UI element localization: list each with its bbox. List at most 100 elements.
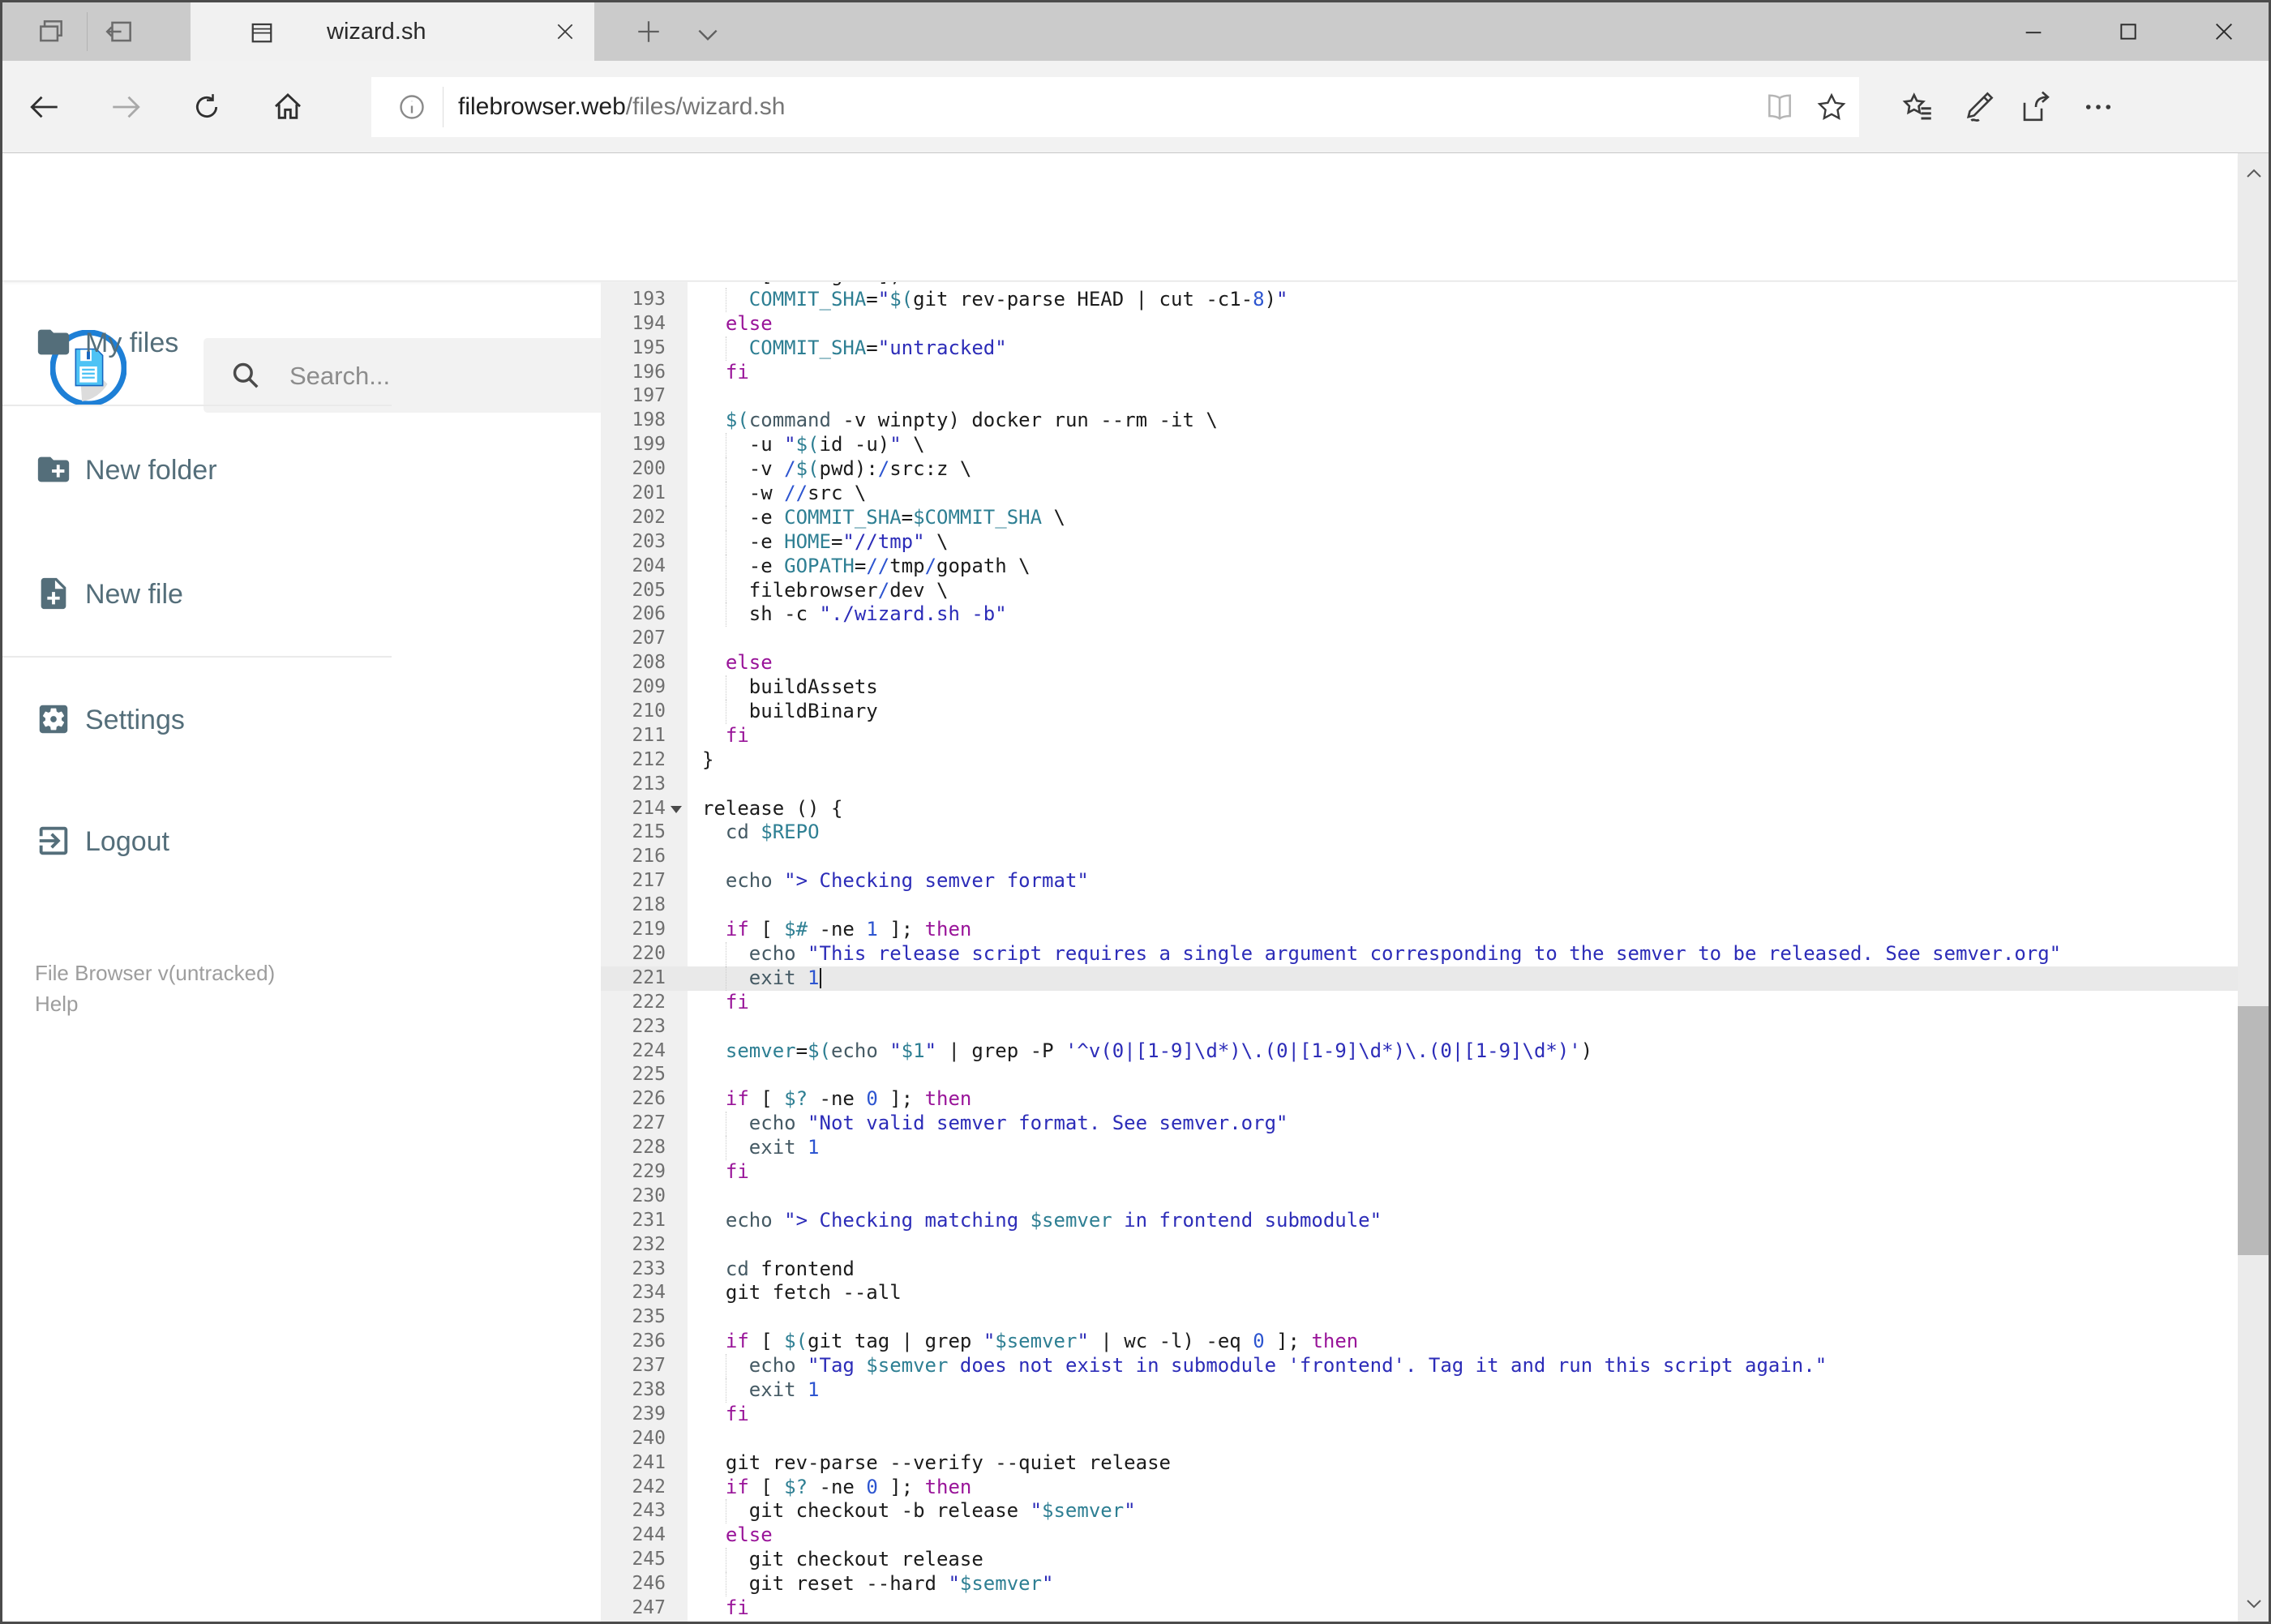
code-line[interactable]: 234 git fetch --all	[601, 1281, 2238, 1306]
code-line-text[interactable]: echo "> Checking matching $semver in fro…	[688, 1209, 2238, 1233]
code-line[interactable]: 220 echo "This release script requires a…	[601, 941, 2238, 966]
code-line-text[interactable]	[688, 627, 2238, 651]
code-line[interactable]: 202 -e COMMIT_SHA=$COMMIT_SHA \	[601, 505, 2238, 530]
code-line-text[interactable]: COMMIT_SHA="$(git rev-parse HEAD | cut -…	[688, 287, 2238, 312]
scroll-down-icon[interactable]	[2244, 1593, 2264, 1613]
code-line[interactable]: 238 exit 1	[601, 1378, 2238, 1403]
code-line-text[interactable]: exit 1	[688, 966, 2238, 991]
url-text[interactable]: filebrowser.web/files/wizard.sh	[458, 77, 786, 137]
code-line-text[interactable]	[688, 893, 2238, 918]
code-line[interactable]: 196 fi	[601, 360, 2238, 385]
code-line-text[interactable]	[688, 773, 2238, 797]
code-line-text[interactable]: fi	[688, 361, 2238, 385]
tab-preview-icon[interactable]	[33, 14, 69, 49]
code-line[interactable]: 225	[601, 1063, 2238, 1088]
code-line[interactable]: 215 cd $REPO	[601, 821, 2238, 846]
code-line-text[interactable]: filebrowser/dev \	[688, 578, 2238, 603]
code-line-text[interactable]: COMMIT_SHA="untracked"	[688, 336, 2238, 361]
code-line-text[interactable]	[688, 1305, 2238, 1330]
scrollbar-thumb[interactable]	[2238, 1006, 2269, 1255]
code-line-text[interactable]: release () {	[688, 797, 2238, 821]
more-options-icon[interactable]	[2080, 89, 2116, 125]
code-line[interactable]: 247 fi	[601, 1596, 2238, 1621]
code-line-text[interactable]	[688, 1015, 2238, 1039]
favorites-hub-icon[interactable]	[1900, 89, 1936, 125]
code-line-text[interactable]	[688, 1427, 2238, 1451]
code-line-text[interactable]: fi	[688, 991, 2238, 1015]
code-line[interactable]: 197	[601, 384, 2238, 409]
site-info-icon[interactable]	[396, 91, 428, 123]
code-line[interactable]: 193 COMMIT_SHA="$(git rev-parse HEAD | c…	[601, 287, 2238, 312]
sidebar-item-new-file[interactable]: New file	[2, 555, 392, 633]
code-line-text[interactable]: if [ $# -ne 1 ]; then	[688, 918, 2238, 942]
forward-icon[interactable]	[108, 89, 144, 125]
code-line-text[interactable]: buildAssets	[688, 675, 2238, 701]
window-close-icon[interactable]	[2206, 14, 2242, 49]
scroll-up-icon[interactable]	[2244, 165, 2264, 184]
code-line-text[interactable]: fi	[688, 724, 2238, 748]
code-line[interactable]: 221 exit 1	[601, 966, 2238, 991]
code-line[interactable]: 241 git rev-parse --verify --quiet relea…	[601, 1450, 2238, 1476]
code-line-text[interactable]: else	[688, 651, 2238, 675]
code-line[interactable]: 242 if [ $? -ne 0 ]; then	[601, 1475, 2238, 1500]
code-line[interactable]: 223	[601, 1014, 2238, 1039]
code-line[interactable]: 224 semver=$(echo "$1" | grep -P '^v(0|[…	[601, 1039, 2238, 1064]
code-line-text[interactable]: exit 1	[688, 1378, 2238, 1403]
code-line-text[interactable]	[688, 384, 2238, 409]
url-field[interactable]: filebrowser.web/files/wizard.sh	[371, 77, 1859, 137]
code-line[interactable]: 212}	[601, 748, 2238, 773]
code-line[interactable]: 233 cd frontend	[601, 1257, 2238, 1282]
code-line[interactable]: 200 -v /$(pwd):/src:z \	[601, 457, 2238, 482]
window-maximize-icon[interactable]	[2110, 14, 2146, 49]
code-line[interactable]: 218	[601, 893, 2238, 919]
code-line[interactable]: 195 COMMIT_SHA="untracked"	[601, 336, 2238, 361]
code-line[interactable]: 210 buildBinary	[601, 700, 2238, 724]
code-line[interactable]: 227 echo "Not valid semver format. See s…	[601, 1112, 2238, 1137]
code-line-text[interactable]: $(command -v winpty) docker run --rm -it…	[688, 409, 2238, 433]
window-minimize-icon[interactable]	[2016, 14, 2051, 49]
code-line[interactable]: 244 else	[601, 1523, 2238, 1549]
code-line[interactable]: 198 $(command -v winpty) docker run --rm…	[601, 409, 2238, 434]
sidebar-item-new-folder[interactable]: New folder	[2, 431, 392, 509]
code-line[interactable]: 209 buildAssets	[601, 675, 2238, 701]
code-line-text[interactable]: fi	[688, 1403, 2238, 1427]
code-line-text[interactable]: git fetch --all	[688, 1281, 2238, 1305]
code-line-text[interactable]: fi	[688, 1596, 2238, 1621]
favorite-star-icon[interactable]	[1815, 91, 1848, 123]
reading-view-icon[interactable]	[1763, 91, 1796, 123]
code-line[interactable]: 226 if [ $? -ne 0 ]; then	[601, 1087, 2238, 1112]
code-line-text[interactable]: git rev-parse --verify --quiet release	[688, 1451, 2238, 1476]
page-scrollbar[interactable]	[2238, 153, 2269, 1622]
code-line[interactable]: 192 if [ -d .git ]; then	[601, 282, 2238, 288]
code-line-text[interactable]: if [ $? -ne 0 ]; then	[688, 1087, 2238, 1112]
code-editor[interactable]: 192 if [ -d .git ]; then193 COMMIT_SHA="…	[601, 282, 2238, 1622]
help-link[interactable]: Help	[35, 988, 78, 1019]
new-tab-icon[interactable]	[631, 14, 666, 49]
code-line[interactable]: 232	[601, 1232, 2238, 1258]
refresh-icon[interactable]	[189, 89, 225, 125]
code-line-text[interactable]: echo "Tag $semver does not exist in subm…	[688, 1354, 2238, 1378]
code-line[interactable]: 246 git reset --hard "$semver"	[601, 1572, 2238, 1596]
code-line[interactable]: 230	[601, 1184, 2238, 1209]
code-line-text[interactable]: echo "This release script requires a sin…	[688, 941, 2238, 966]
code-line[interactable]: 214 release () {	[601, 796, 2238, 821]
code-line[interactable]: 207	[601, 627, 2238, 652]
code-line-text[interactable]: sh -c "./wizard.sh -b"	[688, 602, 2238, 628]
code-line-text[interactable]	[688, 1063, 2238, 1087]
code-line[interactable]: 245 git checkout release	[601, 1548, 2238, 1573]
code-line-text[interactable]: git checkout -b release "$semver"	[688, 1499, 2238, 1524]
code-line[interactable]: 222 fi	[601, 990, 2238, 1015]
code-line-text[interactable]: cd $REPO	[688, 821, 2238, 845]
code-line-text[interactable]: cd frontend	[688, 1258, 2238, 1282]
web-notes-pen-icon[interactable]	[1960, 89, 1996, 125]
sidebar-item-logout[interactable]: Logout	[2, 803, 392, 881]
tab-dropdown-icon[interactable]	[690, 17, 726, 53]
code-line[interactable]: 229 fi	[601, 1159, 2238, 1185]
code-line[interactable]: 235	[601, 1305, 2238, 1330]
code-line-text[interactable]: -e GOPATH=//tmp/gopath \	[688, 554, 2238, 579]
code-line[interactable]: 217 echo "> Checking semver format"	[601, 869, 2238, 894]
code-line-text[interactable]: else	[688, 312, 2238, 336]
code-line[interactable]: 239 fi	[601, 1402, 2238, 1427]
code-line-text[interactable]: if [ -d .git ]; then	[688, 282, 2238, 288]
code-line[interactable]: 206 sh -c "./wizard.sh -b"	[601, 602, 2238, 628]
